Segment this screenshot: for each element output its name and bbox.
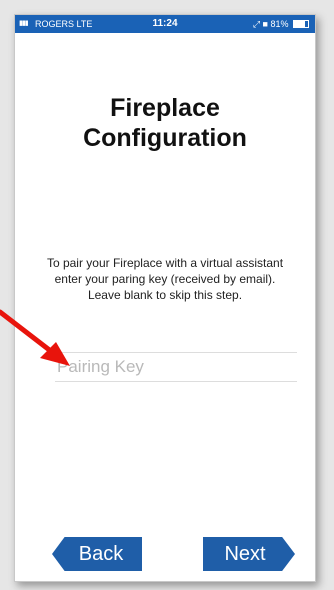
page-title-line-2: Configuration (83, 124, 247, 152)
phone-screen: ▮▮▮ ROGERS LTE 11:24 ⤢ ■ 81% Fireplace C… (14, 14, 316, 582)
status-bar: ▮▮▮ ROGERS LTE 11:24 ⤢ ■ 81% (15, 15, 315, 33)
battery-icon (293, 19, 309, 28)
page-title-line-1: Fireplace (110, 94, 220, 122)
arrow-shaft (0, 309, 55, 355)
annotation-arrow-icon (0, 309, 70, 366)
page-title: Fireplace Configuration (15, 93, 315, 153)
battery-percent: ⤢ ■ 81% (252, 19, 289, 29)
back-button[interactable]: Back (52, 537, 142, 571)
status-right: ⤢ ■ 81% (253, 15, 309, 33)
pairing-key-input[interactable] (55, 352, 297, 382)
instructions-text: To pair your Fireplace with a virtual as… (46, 256, 284, 302)
next-button[interactable]: Next (203, 537, 295, 571)
